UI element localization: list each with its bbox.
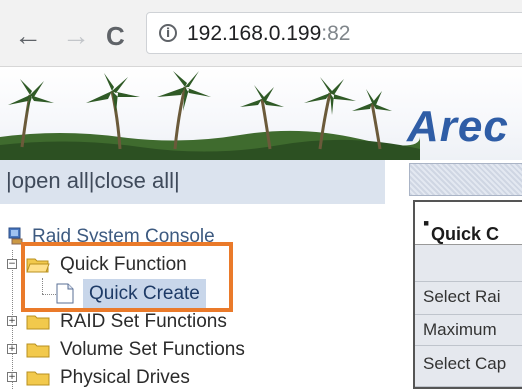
- form-title: ▪ Quick C: [415, 202, 522, 245]
- form-row-label: Select Rai: [423, 287, 501, 306]
- open-close-all-bar[interactable]: |open all|close all|: [0, 160, 385, 204]
- form-row-select-capacity[interactable]: Select Cap: [415, 346, 522, 387]
- form-row-label: Select Cap: [423, 354, 507, 373]
- expand-toggle-icon[interactable]: +: [7, 344, 17, 354]
- url-port: :82: [321, 22, 351, 45]
- info-icon[interactable]: i: [159, 24, 177, 42]
- url-text: 192.168.0.199:82: [187, 22, 351, 46]
- browser-toolbar: ← → C i 192.168.0.199:82: [0, 0, 522, 67]
- collapse-toggle-icon[interactable]: −: [7, 259, 17, 269]
- reload-icon[interactable]: C: [106, 22, 125, 50]
- tree-item-volume-set-functions[interactable]: Volume Set Functions: [60, 339, 245, 361]
- content-header-bar: [409, 163, 522, 196]
- form-title-text: ▪ Quick C: [423, 213, 500, 244]
- quick-create-form: ▪ Quick C Select Rai Maximum Select Cap: [413, 200, 522, 389]
- brand-logo: Arec: [407, 102, 509, 151]
- expand-toggle-icon[interactable]: +: [7, 372, 17, 382]
- forward-arrow-icon[interactable]: →: [62, 22, 90, 50]
- form-row-select-raid[interactable]: Select Rai: [415, 282, 522, 315]
- tree-item-physical-drives[interactable]: Physical Drives: [60, 367, 190, 389]
- folder-icon: [26, 371, 50, 386]
- back-arrow-icon[interactable]: ←: [14, 22, 42, 50]
- highlight-box: [21, 242, 233, 312]
- expand-toggle-icon[interactable]: +: [7, 316, 17, 326]
- form-row: [415, 245, 522, 282]
- form-row-maximum[interactable]: Maximum: [415, 315, 522, 346]
- folder-icon: [26, 343, 50, 358]
- url-host: 192.168.0.199: [187, 22, 322, 45]
- form-row-label: Maximum: [423, 320, 497, 339]
- tree-item-raid-set-functions[interactable]: RAID Set Functions: [60, 311, 227, 333]
- form-title-label: Quick C: [431, 224, 500, 244]
- folder-icon: [26, 315, 50, 330]
- address-bar[interactable]: i 192.168.0.199:82: [146, 12, 522, 54]
- open-close-all-links[interactable]: |open all|close all|: [6, 168, 180, 194]
